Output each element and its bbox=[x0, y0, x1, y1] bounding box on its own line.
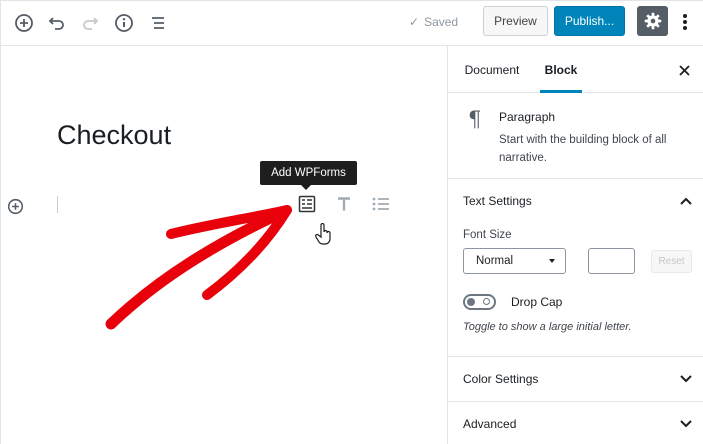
undo-button[interactable] bbox=[43, 9, 71, 37]
block-name: Paragraph bbox=[499, 110, 556, 124]
tab-document[interactable]: Document bbox=[463, 46, 521, 93]
toggle-off-indicator bbox=[483, 298, 490, 305]
undo-icon bbox=[48, 17, 64, 30]
tab-block[interactable]: Block bbox=[540, 46, 582, 93]
add-block-button[interactable] bbox=[10, 9, 38, 37]
info-icon bbox=[115, 14, 133, 32]
close-icon bbox=[678, 64, 690, 76]
paragraph-icon: ¶ bbox=[468, 107, 482, 131]
advanced-toggle[interactable]: Advanced bbox=[448, 402, 703, 444]
more-menu-button[interactable] bbox=[675, 8, 695, 36]
font-size-value: Normal bbox=[476, 255, 514, 267]
list-icon bbox=[372, 197, 389, 211]
advanced-title: Advanced bbox=[463, 417, 517, 431]
block-description: Start with the building block of all nar… bbox=[499, 134, 667, 164]
redo-button[interactable] bbox=[76, 9, 104, 37]
chevron-up-icon bbox=[677, 192, 695, 210]
color-settings-toggle[interactable]: Color Settings bbox=[448, 357, 703, 401]
list-outline-icon bbox=[152, 17, 164, 29]
list-block-button[interactable] bbox=[369, 193, 393, 215]
hand-cursor-icon bbox=[315, 223, 331, 245]
tooltip: Add WPForms bbox=[260, 161, 357, 185]
chevron-down-icon bbox=[677, 415, 695, 433]
saved-label: Saved bbox=[424, 15, 459, 29]
color-settings-title: Color Settings bbox=[463, 372, 539, 386]
chevron-down-icon bbox=[677, 370, 695, 388]
heading-block-button[interactable] bbox=[332, 193, 356, 215]
annotation-arrow bbox=[105, 205, 292, 330]
publish-button[interactable]: Publish... bbox=[554, 6, 625, 36]
close-sidebar-button[interactable] bbox=[674, 60, 694, 80]
block-navigation-button[interactable] bbox=[144, 9, 172, 37]
drop-cap-toggle[interactable] bbox=[463, 294, 496, 310]
vertical-ellipsis-icon bbox=[683, 14, 687, 30]
editor-window: ✓ Saved Preview Publish... Checkout Add … bbox=[0, 0, 703, 444]
settings-sidebar: Document Block ¶ Paragraph Start with th… bbox=[447, 46, 703, 444]
font-size-label: Font Size bbox=[463, 229, 512, 241]
info-button[interactable] bbox=[110, 9, 138, 37]
plus-circle-icon bbox=[7, 198, 23, 214]
post-title[interactable]: Checkout bbox=[57, 120, 171, 151]
settings-button[interactable] bbox=[637, 6, 668, 36]
drop-cap-label: Drop Cap bbox=[511, 295, 563, 309]
reset-button[interactable]: Reset bbox=[651, 250, 692, 273]
plus-circle-icon bbox=[15, 14, 33, 32]
check-icon: ✓ bbox=[409, 15, 420, 29]
preview-button[interactable]: Preview bbox=[483, 6, 548, 36]
editor-canvas: Checkout Add WPForms bbox=[1, 46, 447, 444]
drop-cap-help: Toggle to show a large initial letter. bbox=[463, 321, 632, 333]
sidebar-tabs: Document Block bbox=[448, 46, 703, 93]
tooltip-pointer bbox=[301, 185, 311, 190]
top-toolbar: ✓ Saved Preview Publish... bbox=[1, 1, 703, 46]
redo-icon bbox=[83, 17, 99, 30]
text-settings-title: Text Settings bbox=[463, 194, 532, 208]
divider bbox=[447, 178, 703, 179]
inline-inserter-button[interactable] bbox=[5, 196, 25, 216]
toggle-knob bbox=[467, 298, 475, 306]
custom-font-size-input[interactable] bbox=[588, 248, 635, 274]
text-caret[interactable] bbox=[57, 196, 58, 213]
font-size-select[interactable]: Normal bbox=[463, 248, 566, 274]
heading-icon bbox=[338, 197, 350, 211]
caret-down-icon bbox=[549, 259, 555, 263]
saved-status: ✓ Saved bbox=[409, 12, 458, 32]
block-card: ¶ Paragraph Start with the building bloc… bbox=[448, 93, 703, 179]
text-settings-toggle[interactable]: Text Settings bbox=[448, 179, 703, 223]
gear-icon bbox=[644, 12, 661, 30]
